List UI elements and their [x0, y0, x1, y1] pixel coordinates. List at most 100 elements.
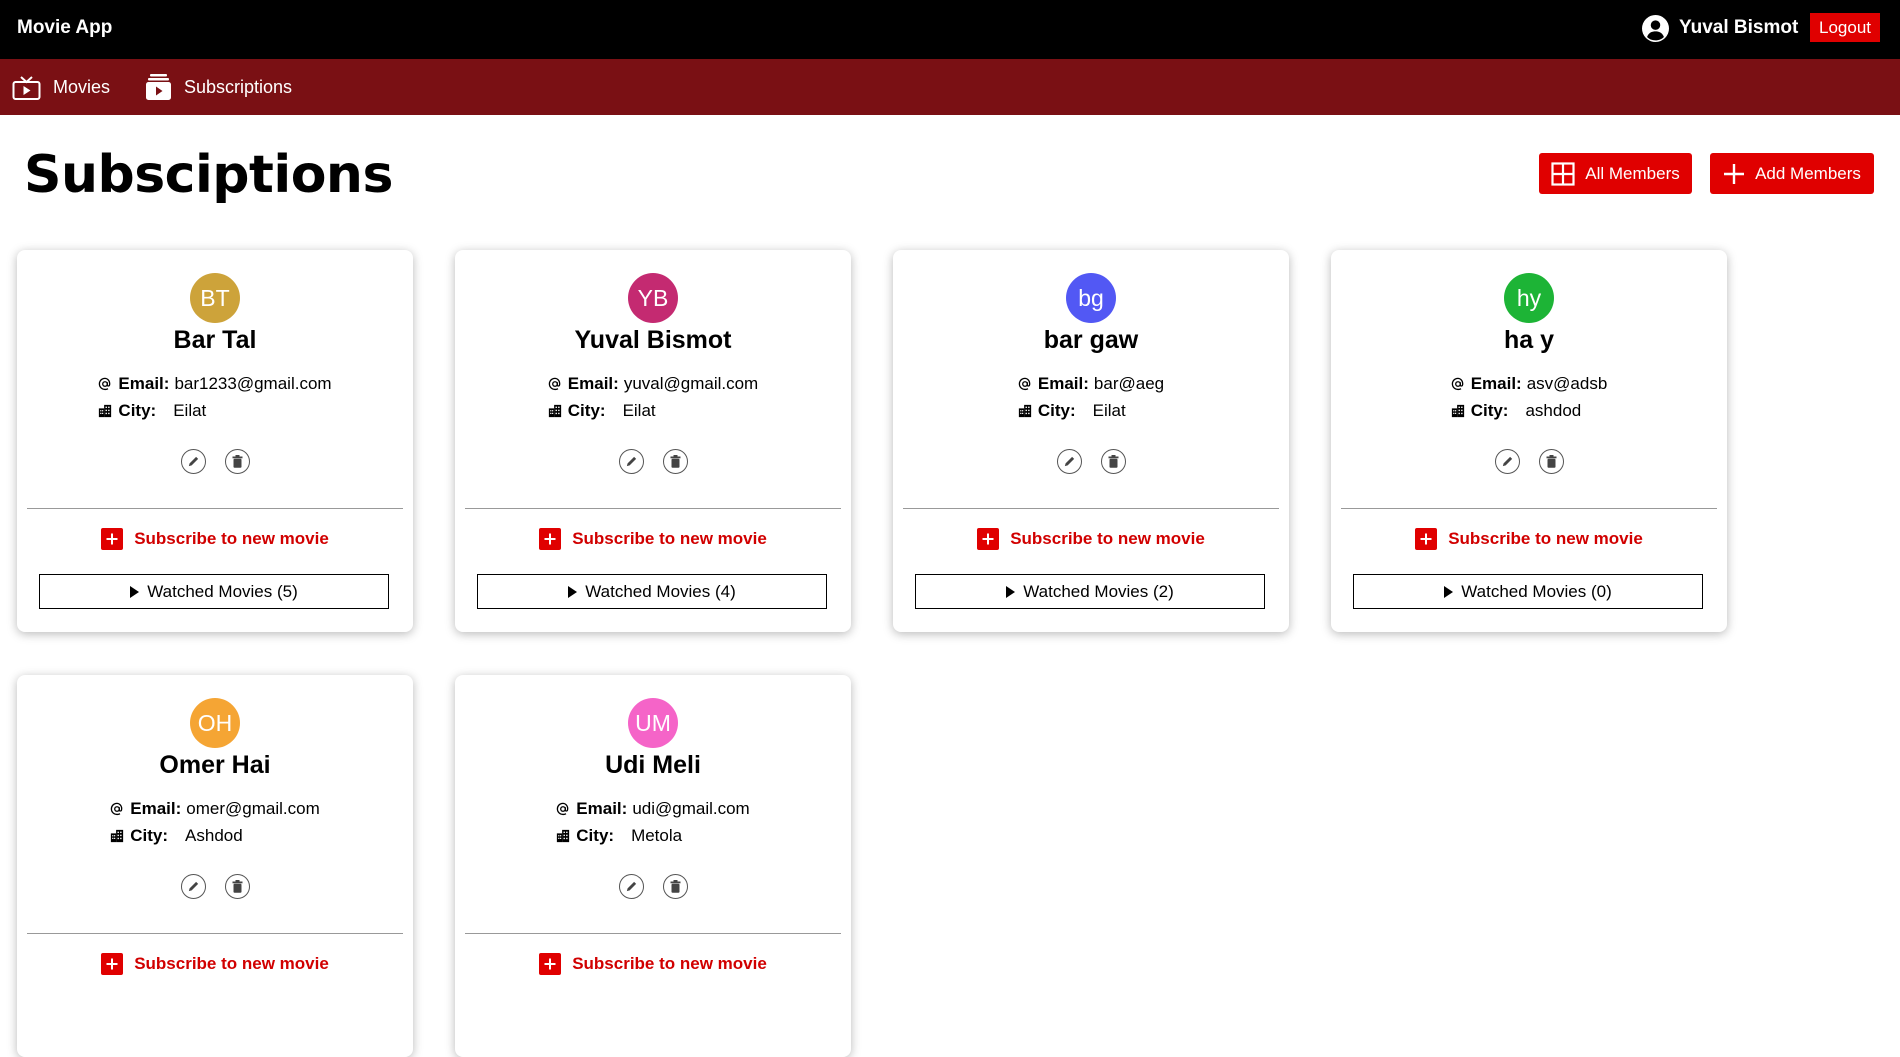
edit-button[interactable]: [1494, 449, 1520, 474]
city-icon: [557, 829, 570, 842]
at-icon: [1451, 377, 1464, 390]
triangle-right-icon: [1006, 585, 1016, 598]
member-card: bg bar gaw Email: bar@aeg City: Eilat Su…: [893, 250, 1289, 632]
at-icon: [557, 802, 569, 815]
watched-movies-label: Watched Movies (4): [585, 581, 736, 601]
subscribe-label: Subscribe to new movie: [572, 954, 767, 973]
city-row: City: Eilat: [98, 397, 331, 424]
plus-square-icon: [977, 528, 1000, 550]
pencil-icon: [626, 456, 636, 467]
avatar: bg: [1066, 273, 1116, 323]
subscribe-link[interactable]: Subscribe to new movie: [455, 953, 851, 975]
edit-button[interactable]: [618, 449, 644, 474]
edit-button[interactable]: [618, 874, 644, 899]
nav-item-subscriptions[interactable]: Subscriptions: [145, 59, 292, 115]
trash-icon: [1546, 455, 1556, 468]
city-value: Eilat: [1092, 401, 1126, 420]
member-card: hy ha y Email: asv@adsb City: ashdod Sub…: [1331, 250, 1727, 632]
member-name: Bar Tal: [173, 326, 257, 354]
plus-icon: [1724, 163, 1745, 184]
plus-square-icon: [101, 528, 124, 550]
plus-square-icon: [539, 528, 562, 550]
nav-bar: Movies Subscriptions: [0, 59, 1900, 115]
pencil-icon: [188, 881, 198, 892]
delete-button[interactable]: [662, 874, 688, 899]
logout-button[interactable]: Logout: [1810, 13, 1880, 42]
nav-item-label: Movies: [53, 76, 111, 97]
city-icon: [548, 404, 561, 417]
plus-square-icon: [101, 953, 124, 975]
city-row: City: Eilat: [548, 397, 758, 424]
email-row: Email: asv@adsb: [1451, 370, 1608, 397]
member-card: UM Udi Meli Email: udi@gmail.com City: M…: [455, 675, 851, 1057]
divider: [465, 508, 841, 509]
edit-button[interactable]: [180, 874, 206, 899]
city-value: Eilat: [622, 401, 656, 420]
grid-icon: [1551, 161, 1575, 186]
subscribe-label: Subscribe to new movie: [1448, 529, 1643, 548]
city-label: City:: [118, 401, 157, 420]
all-members-button[interactable]: All Members: [1539, 153, 1692, 194]
city-label: City:: [1470, 401, 1509, 420]
subscriptions-icon: [146, 74, 171, 100]
delete-button[interactable]: [1100, 449, 1126, 474]
watched-movies-toggle[interactable]: Watched Movies (5): [39, 574, 389, 609]
watched-movies-toggle[interactable]: Watched Movies (2): [915, 574, 1265, 609]
subscribe-link[interactable]: Subscribe to new movie: [17, 528, 413, 550]
pencil-icon: [626, 881, 636, 892]
avatar: hy: [1504, 273, 1554, 323]
nav-item-movies[interactable]: Movies: [12, 59, 110, 115]
watched-movies-label: Watched Movies (5): [147, 581, 298, 601]
pencil-icon: [1064, 456, 1074, 467]
email-label: Email:: [1037, 374, 1089, 393]
avatar: OH: [190, 698, 240, 748]
email-label: Email:: [567, 374, 619, 393]
email-value: yuval@gmail.com: [623, 374, 759, 393]
edit-button[interactable]: [180, 449, 206, 474]
divider: [903, 508, 1279, 509]
add-members-button[interactable]: Add Members: [1710, 153, 1874, 194]
at-icon: [99, 377, 111, 390]
member-name: Yuval Bismot: [574, 326, 732, 354]
email-row: Email: yuval@gmail.com: [548, 370, 758, 397]
user-circle-icon: [1642, 14, 1669, 42]
subscribe-link[interactable]: Subscribe to new movie: [455, 528, 851, 550]
add-members-label: Add Members: [1755, 163, 1861, 183]
email-row: Email: bar1233@gmail.com: [98, 370, 332, 397]
trash-icon: [1108, 455, 1118, 468]
email-value: udi@gmail.com: [632, 799, 750, 818]
watched-movies-label: Watched Movies (2): [1023, 581, 1174, 601]
divider: [1341, 508, 1717, 509]
trash-icon: [232, 880, 242, 893]
city-icon: [1018, 404, 1031, 417]
city-label: City:: [130, 826, 169, 845]
member-card: OH Omer Hai Email: omer@gmail.com City: …: [17, 675, 413, 1057]
delete-button[interactable]: [224, 449, 250, 474]
city-icon: [1451, 404, 1464, 417]
subscribe-label: Subscribe to new movie: [134, 529, 329, 548]
city-icon: [111, 829, 124, 842]
delete-button[interactable]: [224, 874, 250, 899]
all-members-label: All Members: [1585, 163, 1680, 183]
trash-icon: [670, 880, 680, 893]
user-menu[interactable]: Yuval Bismot: [1642, 14, 1798, 42]
trash-icon: [670, 455, 680, 468]
city-value: Metola: [631, 826, 683, 845]
subscribe-label: Subscribe to new movie: [1010, 529, 1205, 548]
delete-button[interactable]: [662, 449, 688, 474]
delete-button[interactable]: [1538, 449, 1564, 474]
app-title[interactable]: Movie App: [17, 17, 112, 39]
subscribe-link[interactable]: Subscribe to new movie: [17, 953, 413, 975]
city-label: City:: [576, 826, 615, 845]
watched-movies-toggle[interactable]: Watched Movies (4): [477, 574, 827, 609]
edit-button[interactable]: [1056, 449, 1082, 474]
email-value: asv@adsb: [1526, 374, 1608, 393]
top-bar: Movie App Yuval Bismot Logout: [0, 0, 1900, 59]
city-value: ashdod: [1525, 401, 1582, 420]
watched-movies-toggle[interactable]: Watched Movies (0): [1353, 574, 1703, 609]
avatar: YB: [628, 273, 678, 323]
city-row: City: Ashdod: [110, 822, 319, 849]
subscribe-link[interactable]: Subscribe to new movie: [893, 528, 1289, 550]
watched-movies-label: Watched Movies (0): [1461, 581, 1612, 601]
subscribe-link[interactable]: Subscribe to new movie: [1331, 528, 1727, 550]
